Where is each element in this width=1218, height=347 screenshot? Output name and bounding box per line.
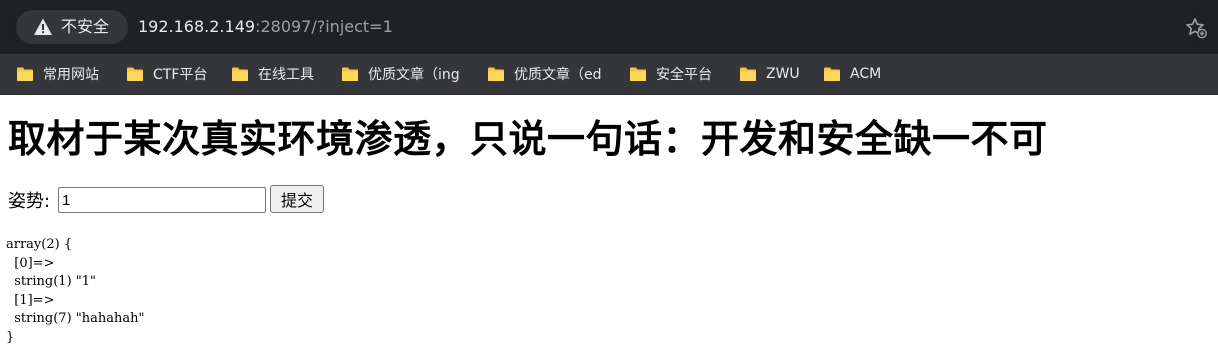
bookmark-label: 优质文章（ed (514, 67, 602, 83)
security-indicator[interactable]: 不安全 (16, 10, 128, 44)
bookmark-add-star-icon[interactable] (1184, 16, 1208, 40)
bookmark-folder[interactable]: CTF平台 (126, 62, 207, 86)
dump-line: [1]=> (6, 292, 55, 308)
url-path: :28097/?inject=1 (255, 17, 393, 36)
folder-icon (488, 67, 504, 81)
bookmark-folder[interactable]: 安全平台 (629, 62, 712, 86)
page-heading: 取材于某次真实环境渗透，只说一句话：开发和安全缺一不可 (8, 117, 1048, 161)
page-content: 取材于某次真实环境渗透，只说一句话：开发和安全缺一不可 姿势: 提交 array… (0, 95, 1218, 346)
folder-icon (630, 67, 646, 81)
dump-line: } (6, 329, 15, 345)
submit-button[interactable]: 提交 (270, 185, 324, 213)
bookmark-folder[interactable]: 优质文章（ing (341, 62, 460, 86)
bookmarks-bar: 常用网站 CTF平台 在线工具 优质文章（ing 优质文章（ed 安全平台 ZW… (0, 54, 1218, 95)
bookmark-label: ACM (850, 66, 882, 82)
folder-icon (232, 67, 248, 81)
bookmark-label: 安全平台 (656, 67, 712, 83)
folder-icon (127, 67, 143, 81)
bookmark-label: ZWU (766, 66, 800, 82)
folder-icon (17, 67, 33, 81)
var-dump-output: array(2) { [0]=> string(1) "1" [1]=> str… (6, 236, 144, 347)
address-bar[interactable]: 不安全 192.168.2.149:28097/?inject=1 (8, 10, 1208, 44)
bookmark-folder[interactable]: ACM (823, 62, 881, 86)
bookmark-label: CTF平台 (153, 67, 208, 83)
security-label: 不安全 (61, 17, 110, 36)
form-label: 姿势: (8, 191, 51, 212)
url-host: 192.168.2.149 (138, 17, 256, 36)
folder-icon (342, 67, 358, 81)
url-text[interactable]: 192.168.2.149:28097/?inject=1 (138, 17, 393, 37)
dump-line: [0]=> (6, 255, 55, 271)
folder-icon (740, 67, 756, 81)
bookmark-label: 常用网站 (43, 67, 99, 83)
folder-icon (824, 67, 840, 81)
warning-icon (34, 18, 52, 35)
dump-line: array(2) { (6, 237, 73, 252)
payload-input[interactable] (58, 187, 266, 213)
bookmark-label: 在线工具 (258, 67, 314, 83)
dump-line: string(1) "1" (6, 274, 97, 289)
address-row: 不安全 192.168.2.149:28097/?inject=1 (0, 0, 1218, 54)
bookmark-folder[interactable]: ZWU (739, 62, 800, 86)
browser-chrome: 不安全 192.168.2.149:28097/?inject=1 常用网站 C… (0, 0, 1218, 95)
bookmark-folder[interactable]: 常用网站 (16, 62, 99, 86)
bookmark-folder[interactable]: 在线工具 (231, 62, 314, 86)
dump-line: string(7) "hahahah" (6, 311, 145, 326)
bookmark-folder[interactable]: 优质文章（ed (487, 62, 602, 86)
bookmark-label: 优质文章（ing (368, 67, 460, 83)
